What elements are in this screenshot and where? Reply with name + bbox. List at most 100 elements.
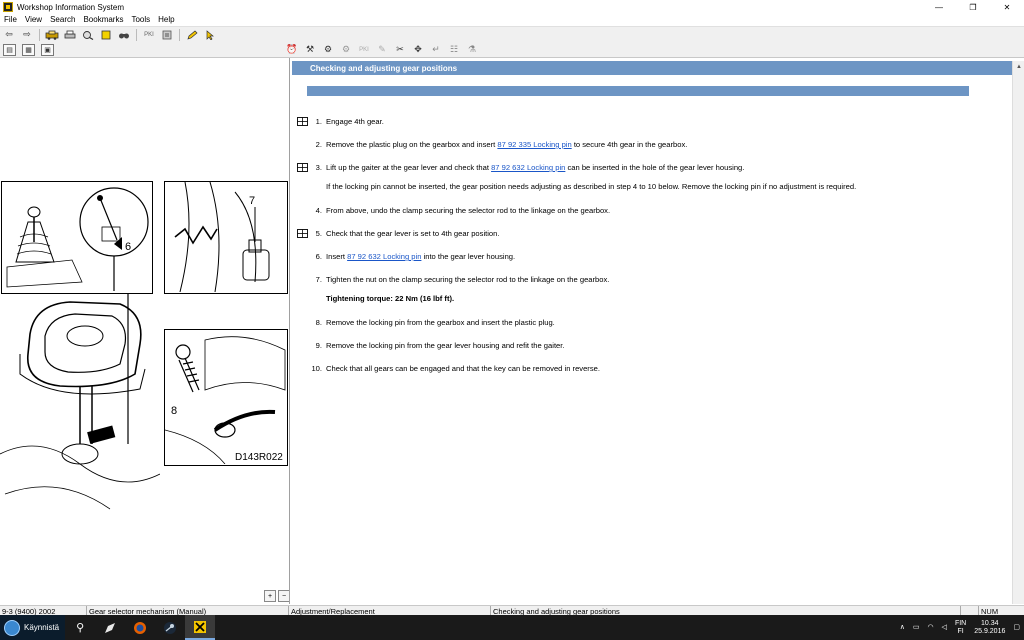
wifi-icon[interactable]: ◠ [927, 624, 933, 632]
window-title: Workshop Information System [17, 2, 125, 12]
step-number: 7. [315, 275, 322, 284]
document-header: Checking and adjusting gear positions [292, 61, 1012, 75]
image-view-icon[interactable]: ▣ [41, 43, 54, 56]
figure-panel-gearbox-pin: 8 D143R022 [164, 329, 288, 466]
clock[interactable]: 10.34 25.9.2016 [974, 620, 1005, 636]
close-button[interactable]: ✕ [990, 0, 1024, 14]
binoculars-icon[interactable] [116, 28, 132, 42]
step-text-post: to secure 4th gear in the gearbox. [571, 140, 688, 149]
info-panel-icon[interactable]: ▤ [3, 43, 16, 56]
forward-arrow-icon[interactable]: ⇨ [19, 28, 35, 42]
scroll-up-icon[interactable]: ▲ [1013, 61, 1024, 73]
notification-icon[interactable]: ▢ [1013, 624, 1020, 632]
menu-tools[interactable]: Tools [131, 15, 150, 24]
alarm-icon[interactable]: ⏰ [284, 43, 300, 57]
zoom-in-icon: + [267, 592, 273, 600]
document-pane: Checking and adjusting gear positions ▲ … [292, 58, 1024, 604]
app-icon [3, 2, 13, 12]
figure-code: D143R022 [235, 452, 283, 463]
step-text: From above, undo the clamp securing the … [326, 206, 611, 215]
step-text-pre: Remove the plastic plug on the gearbox a… [326, 140, 498, 149]
battery-icon[interactable]: ▭ [913, 624, 920, 632]
gearbox-pin-drawing: 8 D143R022 [164, 336, 286, 465]
pointer-icon[interactable] [202, 28, 218, 42]
zoom-controls: + − [262, 590, 289, 602]
pen-icon[interactable]: ✎ [374, 43, 390, 57]
zoom-out-button[interactable]: − [278, 590, 289, 602]
taskbar: Käynnistä ⚲ ∧ ▭ ◠ ◁ FIN FI 10.34 25.9.20… [0, 615, 1024, 640]
tools-search-icon[interactable] [80, 28, 96, 42]
move-icon[interactable]: ✥ [410, 43, 426, 57]
window-controls: — ❐ ✕ [922, 0, 1024, 14]
main-toolbar: ⇦ ⇨ PKI [0, 26, 1024, 42]
step-text: Lift up the gaiter at the gear lever and… [326, 163, 966, 172]
callout-7: 7 [249, 195, 255, 207]
return-icon[interactable]: ↵ [428, 43, 444, 57]
step-number: 9. [315, 341, 322, 350]
start-label: Käynnistä [24, 623, 60, 632]
step-number: 4. [315, 206, 322, 215]
print-icon[interactable] [62, 28, 78, 42]
clock-time: 10.34 [981, 619, 999, 627]
step-text-pre: Insert [326, 252, 348, 261]
language-indicator[interactable]: FIN FI [955, 620, 966, 636]
step-text: Check that the gear lever is set to 4th … [326, 229, 500, 238]
zoom-in-button[interactable]: + [264, 590, 276, 602]
gear-lever-drawing: 6 [6, 187, 149, 291]
app-launcher-icon[interactable] [95, 615, 125, 640]
table-icon[interactable]: ☷ [446, 43, 462, 57]
gears-icon[interactable]: ⚙ [320, 43, 336, 57]
back-arrow-icon[interactable]: ⇦ [1, 28, 17, 42]
menu-help[interactable]: Help [158, 15, 174, 24]
firefox-icon[interactable] [125, 615, 155, 640]
figure-panel-gear-lever: 6 [1, 181, 153, 294]
step-number: 2. [315, 140, 322, 149]
volume-icon[interactable]: ◁ [942, 624, 947, 632]
pki-label: PKI [144, 31, 154, 38]
menu-search[interactable]: Search [50, 15, 75, 24]
callout-6: 6 [125, 241, 131, 253]
step-text: Check that all gears can be engaged and … [326, 364, 600, 373]
start-button[interactable]: Käynnistä [0, 615, 66, 640]
locking-pin-link[interactable]: 87 92 335 Locking pin [497, 140, 571, 149]
document-scrollbar[interactable]: ▲ [1012, 61, 1024, 604]
workshop-app-icon[interactable] [185, 615, 216, 640]
vehicle-icon[interactable] [44, 28, 60, 42]
language-bottom: FI [957, 627, 964, 635]
search-icon[interactable]: ⚲ [65, 615, 95, 640]
zoom-out-icon: − [281, 592, 287, 600]
secondary-toolbar: ▤ ▦ ▣ ⏰ ⚒ ⚙ ⚙ PKI ✎ ✂ ✥ ↵ ☷ ⚗ [0, 42, 1024, 58]
tools-icon[interactable]: ⚗ [464, 43, 480, 57]
step-text-pre: Lift up the gaiter at the gear lever and… [326, 163, 492, 172]
menu-bookmarks[interactable]: Bookmarks [83, 15, 123, 24]
step-number: 1. [315, 117, 322, 126]
menu-file[interactable]: File [4, 15, 17, 24]
tray-expand-icon[interactable]: ∧ [900, 624, 905, 632]
bookmark-icon[interactable] [98, 28, 114, 42]
step-text: Insert 87 92 632 Locking pin into the ge… [326, 252, 966, 261]
steam-icon[interactable] [155, 615, 185, 640]
step-number: 6. [315, 252, 322, 261]
step-text-post: can be inserted in the hole of the gear … [565, 163, 745, 172]
menu-view[interactable]: View [25, 15, 42, 24]
pki-button[interactable]: PKI [141, 28, 157, 42]
diagnostic-icon[interactable] [159, 28, 175, 42]
locking-pin-link[interactable]: 87 92 632 Locking pin [347, 252, 421, 261]
locking-pin-link[interactable]: 87 92 632 Locking pin [491, 163, 565, 172]
title-bar: Workshop Information System — ❐ ✕ [0, 0, 1024, 14]
menu-bar: File View Search Bookmarks Tools Help [0, 14, 1024, 25]
toolbar-separator [39, 28, 40, 41]
wrench-icon[interactable]: ⚒ [302, 43, 318, 57]
figure-panel-locking-pin-lever: 7 [164, 181, 288, 294]
component-icon[interactable]: ⚙ [338, 43, 354, 57]
minimize-button[interactable]: — [922, 0, 956, 14]
restore-button[interactable]: ❐ [956, 0, 990, 14]
clock-date: 25.9.2016 [974, 627, 1006, 635]
scissors-icon[interactable]: ✂ [392, 43, 408, 57]
step-text: Remove the locking pin from the gear lev… [326, 341, 565, 350]
toolbar-separator [136, 28, 137, 41]
windows-orb-icon [4, 619, 20, 636]
pencil-icon[interactable] [184, 28, 200, 42]
pki-button-secondary[interactable]: PKI [356, 43, 372, 57]
document-view-icon[interactable]: ▦ [22, 43, 35, 56]
